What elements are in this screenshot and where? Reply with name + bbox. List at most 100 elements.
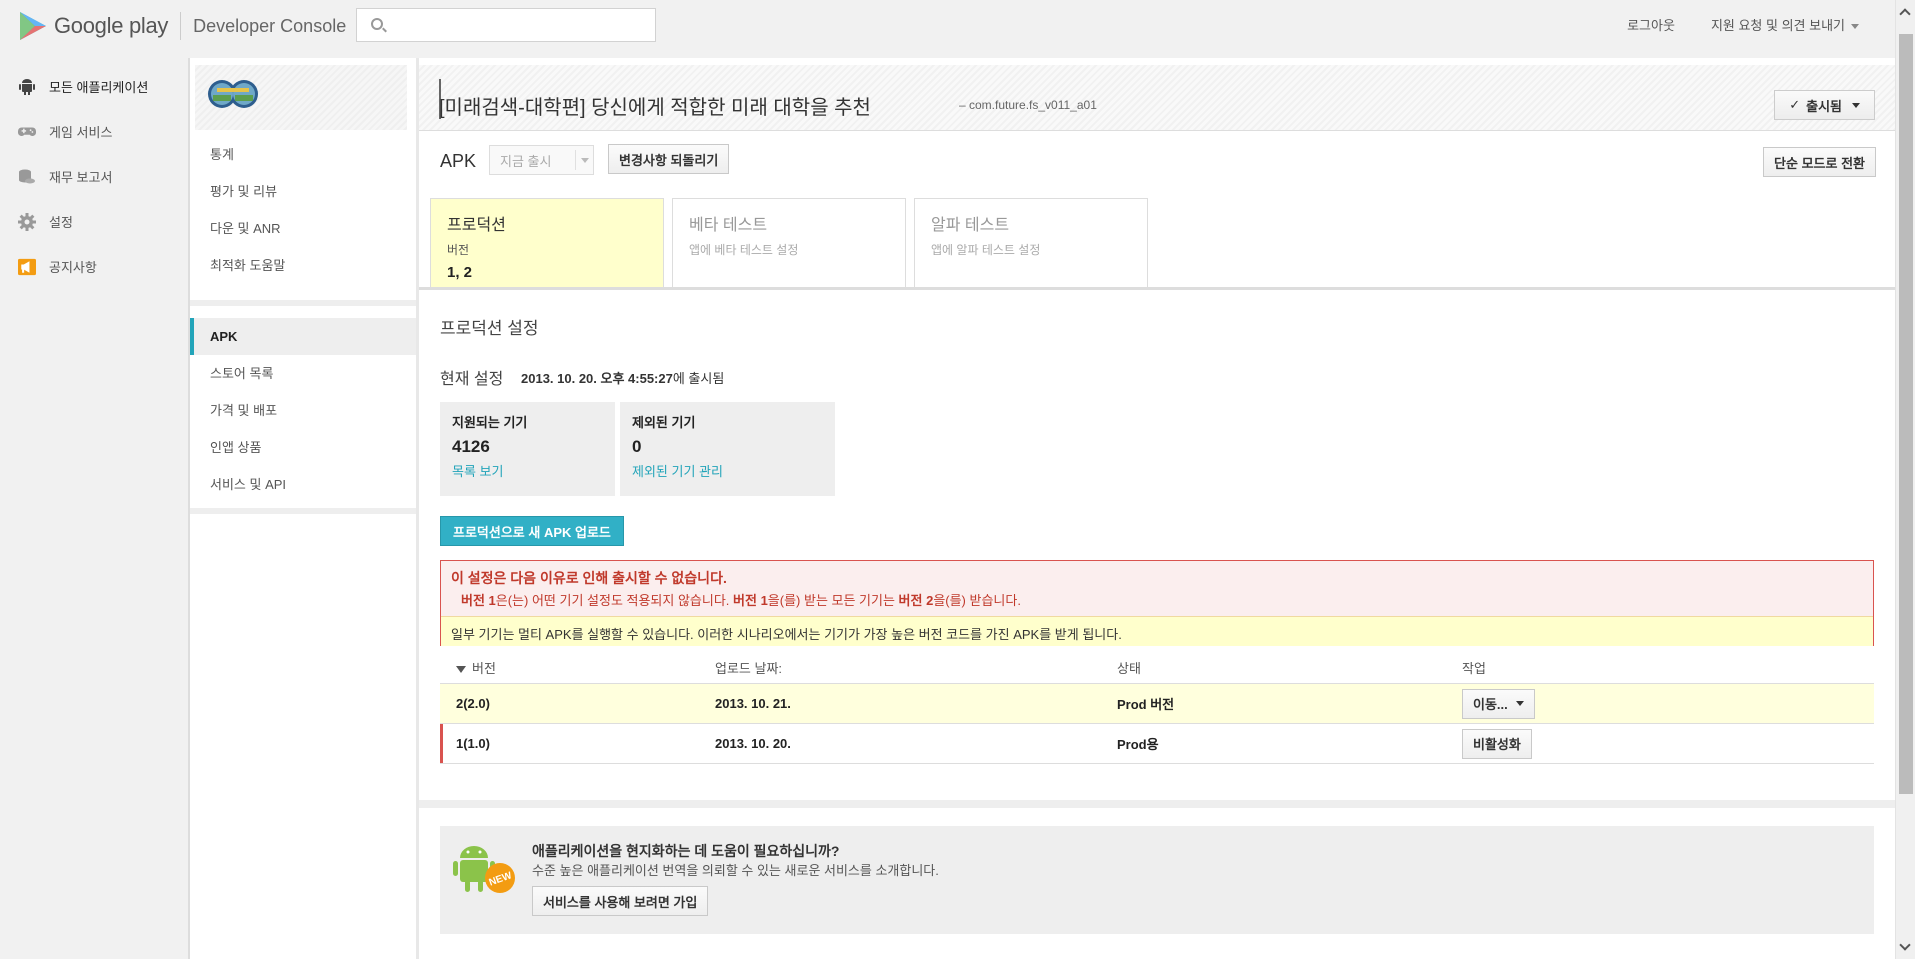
google-play-logo[interactable]: Google play Developer Console — [18, 8, 346, 44]
publish-now-label: 지금 출시 — [500, 153, 552, 169]
published-suffix: 에 출시됨 — [672, 371, 725, 386]
table-header: 버전 업로드 날짜: 상태 작업 — [440, 652, 1874, 684]
move-button[interactable]: 이동... — [1462, 688, 1535, 719]
col-status[interactable]: 상태 — [1117, 658, 1462, 677]
check-icon: ✓ — [1789, 97, 1801, 112]
date-cell: 2013. 10. 21. — [715, 696, 791, 711]
col-upload-date[interactable]: 업로드 날짜: — [715, 658, 1117, 677]
app-package: – com.future.fs_v011_a01 — [959, 98, 1097, 112]
app-nav-item-services-api[interactable]: 서비스 및 API — [190, 466, 417, 503]
current-config-label: 현재 설정 — [440, 371, 504, 388]
column-label: 버전 — [472, 661, 496, 676]
version-cell: 2(2.0) — [456, 696, 490, 711]
brand-text: Google play — [54, 13, 169, 38]
support-link[interactable]: 지원 요청 및 의견 보내기 — [1693, 15, 1859, 34]
signup-service-button[interactable]: 서비스를 사용해 보려면 가입 — [532, 886, 709, 916]
scroll-down-icon[interactable] — [1899, 939, 1911, 951]
error-box: 이 설정은 다음 이유로 인해 출시할 수 없습니다. 버전 1은(는) 어떤 … — [440, 560, 1874, 646]
app-nav-item-ratings[interactable]: 평가 및 리뷰 — [190, 173, 417, 210]
app-title: [미래검색-대학편] 당신에게 적합한 미래 대학을 추천 — [439, 97, 871, 119]
search-input[interactable] — [389, 13, 649, 37]
tab-underline — [419, 287, 1895, 290]
app-nav-item-stats[interactable]: 통계 — [190, 136, 417, 173]
search-icon — [371, 18, 383, 30]
tab-title: 베타 테스트 — [689, 217, 768, 234]
nav-item-announcements[interactable]: 공지사항 — [0, 244, 190, 289]
app-nav-item-apk[interactable]: APK — [190, 318, 417, 355]
error-version-ref: 버전 2 — [898, 593, 934, 608]
simple-mode-button[interactable]: 단순 모드로 전환 — [1763, 147, 1876, 177]
scroll-up-icon[interactable] — [1899, 8, 1911, 20]
app-nav-item-crashes[interactable]: 다운 및 ANR — [190, 210, 417, 247]
view-list-link[interactable]: 목록 보기 — [452, 461, 603, 480]
tab-beta[interactable]: 베타 테스트 앱에 베타 테스트 설정 — [672, 198, 906, 289]
published-date: 2013. 10. 20. 오후 4:55:27 — [521, 371, 673, 386]
app-nav-separator — [190, 508, 417, 514]
tab-versions: 1, 2 — [447, 264, 473, 281]
localization-promo: NEW 애플리케이션을 현지화하는 데 도움이 필요하십니까? 수준 높은 애플… — [440, 826, 1874, 934]
chevron-down-icon — [1852, 102, 1860, 108]
promo-title: 애플리케이션을 현지화하는 데 도움이 필요하십니까? — [532, 843, 840, 859]
error-title: 이 설정은 다음 이유로 인해 출시할 수 없습니다. — [451, 570, 727, 586]
left-nav: 모든 애플리케이션 게임 서비스 재무 보고서 설정 공지사항 — [0, 58, 190, 959]
error-version-ref: 버전 1 — [461, 593, 496, 608]
nav-label: 게임 서비스 — [49, 125, 113, 140]
app-icon-area — [195, 65, 407, 130]
console-text: Developer Console — [193, 15, 347, 36]
coins-icon — [18, 168, 36, 186]
stat-label: 제외된 기기 — [632, 415, 696, 430]
app-nav-item-optimization[interactable]: 최적화 도움말 — [190, 247, 417, 284]
deactivate-button[interactable]: 비활성화 — [1462, 728, 1532, 759]
page-scrollbar[interactable] — [1895, 0, 1915, 959]
app-nav-separator — [190, 300, 417, 306]
status-cell: Prod용 — [1117, 737, 1159, 752]
gear-icon — [18, 212, 36, 231]
manage-excluded-link[interactable]: 제외된 기기 관리 — [632, 461, 823, 480]
sort-desc-icon — [456, 666, 466, 674]
app-nav-item-pricing[interactable]: 가격 및 배포 — [190, 392, 417, 429]
version-cell: 1(1.0) — [456, 736, 490, 751]
main-content: [미래검색-대학편] 당신에게 적합한 미래 대학을 추천 – com.futu… — [419, 58, 1895, 959]
tab-production[interactable]: 프로덕션 버전 1, 2 — [430, 198, 664, 289]
versions-table: 버전 업로드 날짜: 상태 작업 2(2.0) 2013. 10. 21. Pr… — [440, 652, 1874, 764]
tab-alpha[interactable]: 알파 테스트 앱에 알파 테스트 설정 — [914, 198, 1148, 289]
status-cell: Prod 버전 — [1117, 697, 1175, 712]
app-nav-item-store-listing[interactable]: 스토어 목록 — [190, 355, 417, 392]
action-cell: 비활성화 — [1462, 728, 1874, 759]
megaphone-icon — [18, 258, 36, 276]
search-box[interactable] — [356, 8, 656, 42]
apk-heading: APK — [440, 151, 477, 171]
revert-changes-button[interactable]: 변경사항 되돌리기 — [608, 144, 730, 174]
play-logo-icon — [20, 12, 46, 40]
app-nav: 통계 평가 및 리뷰 다운 및 ANR 최적화 도움말 APK 스토어 목록 가… — [190, 58, 417, 959]
nav-item-settings[interactable]: 설정 — [0, 199, 190, 244]
chevron-down-icon — [1851, 24, 1859, 30]
stat-label: 지원되는 기기 — [452, 415, 528, 430]
nav-item-financial-reports[interactable]: 재무 보고서 — [0, 154, 190, 199]
tab-subtitle: 버전 — [447, 243, 470, 257]
date-cell: 2013. 10. 20. — [715, 736, 791, 751]
top-header: Google play Developer Console 로그아웃 지원 요청… — [0, 0, 1895, 58]
tab-title: 알파 테스트 — [931, 217, 1010, 234]
upload-apk-button[interactable]: 프로덕션으로 새 APK 업로드 — [440, 516, 624, 546]
published-label: 출시됨 — [1806, 98, 1842, 114]
nav-item-game-services[interactable]: 게임 서비스 — [0, 109, 190, 154]
col-version[interactable]: 버전 — [440, 658, 715, 677]
move-label: 이동... — [1473, 697, 1508, 712]
app-title-bar: [미래검색-대학편] 당신에게 적합한 미래 대학을 추천 – com.futu… — [419, 65, 1895, 131]
nav-item-all-apps[interactable]: 모든 애플리케이션 — [0, 64, 190, 109]
table-row: 2(2.0) 2013. 10. 21. Prod 버전 이동... — [440, 684, 1874, 724]
app-nav-item-inapp[interactable]: 인앱 상품 — [190, 429, 417, 466]
gamepad-icon — [18, 123, 36, 141]
published-status-button[interactable]: ✓ 출시됨 — [1774, 90, 1875, 120]
app-icon[interactable] — [207, 79, 259, 109]
promo-subtitle: 수준 높은 애플리케이션 번역을 의뢰할 수 있는 새로운 서비스를 소개합니다… — [532, 863, 939, 878]
error-version-ref: 버전 1 — [733, 593, 768, 608]
scroll-thumb[interactable] — [1899, 34, 1913, 794]
error-text: 을(를) 받습니다. — [933, 593, 1021, 608]
stat-value: 4126 — [452, 437, 490, 456]
publish-now-dropdown[interactable]: 지금 출시 — [489, 145, 594, 175]
logout-link[interactable]: 로그아웃 — [1627, 15, 1675, 34]
multi-apk-warning: 일부 기기는 멀티 APK를 실행할 수 있습니다. 이러한 시나리오에서는 기… — [441, 616, 1873, 646]
app-nav-group-2: APK 스토어 목록 가격 및 배포 인앱 상품 서비스 및 API — [190, 318, 417, 503]
